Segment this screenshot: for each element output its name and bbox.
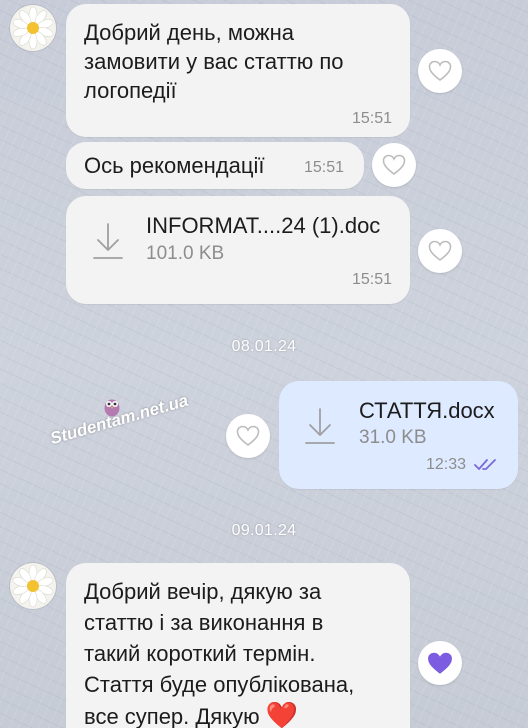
contact-avatar[interactable] xyxy=(10,563,56,609)
heart-outline-icon xyxy=(428,60,452,82)
file-name[interactable]: INFORMAT....24 (1).doc xyxy=(146,213,380,239)
download-arrow-icon[interactable] xyxy=(91,220,125,262)
heart-emoji: ❤️ xyxy=(265,700,299,728)
like-button[interactable] xyxy=(418,49,462,93)
incoming-file-message[interactable]: INFORMAT....24 (1).doc 101.0 KB 15:51 xyxy=(66,196,410,304)
message-text: Добрий день, можна замовити у вас статтю… xyxy=(84,20,344,103)
message-time: 15:51 xyxy=(304,159,345,176)
download-arrow-icon[interactable] xyxy=(303,405,337,447)
daisy-avatar-icon xyxy=(12,564,54,608)
file-size: 101.0 KB xyxy=(146,243,225,264)
like-button[interactable] xyxy=(418,229,462,273)
contact-avatar[interactable] xyxy=(10,5,56,51)
message-time: 15:51 xyxy=(351,110,392,127)
outgoing-file-message[interactable]: СТАТТЯ.docx 31.0 KB 12:33 xyxy=(279,381,518,489)
heart-outline-icon xyxy=(236,425,260,447)
heart-filled-icon xyxy=(428,652,452,674)
heart-outline-icon xyxy=(428,240,452,262)
double-check-icon xyxy=(474,459,496,470)
message-time: 15:51 xyxy=(351,271,392,288)
incoming-message[interactable]: Добрий вечір, дякую за статтю і за викон… xyxy=(66,563,410,728)
message-text: Ось рекомендації xyxy=(84,153,265,178)
heart-outline-icon xyxy=(382,154,406,176)
file-name[interactable]: СТАТТЯ.docx xyxy=(359,398,495,424)
date-separator: 08.01.24 xyxy=(231,338,297,355)
file-size: 31.0 KB xyxy=(359,427,427,448)
message-time: 12:33 xyxy=(426,456,467,473)
daisy-avatar-icon xyxy=(12,6,54,50)
incoming-message[interactable]: Добрий день, можна замовити у вас статтю… xyxy=(66,4,410,137)
message-text: Добрий вечір, дякую за статтю і за викон… xyxy=(84,579,355,728)
incoming-message[interactable]: Ось рекомендації 15:51 xyxy=(66,142,364,189)
like-button[interactable] xyxy=(372,143,416,187)
like-button[interactable] xyxy=(226,414,270,458)
like-button-active[interactable] xyxy=(418,641,462,685)
date-separator: 09.01.24 xyxy=(231,522,297,539)
